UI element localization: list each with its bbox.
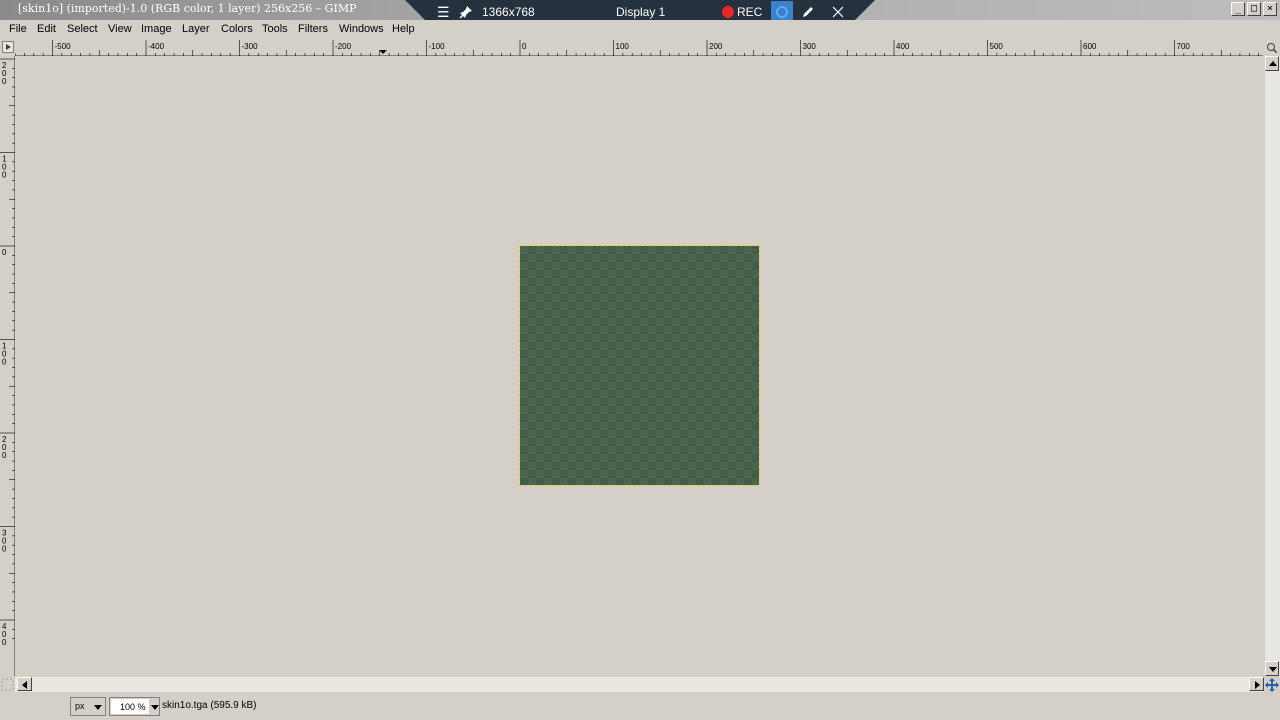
vertical-ruler-ticks: 2001000100200300400 [0, 58, 15, 647]
unit-select[interactable]: px [70, 697, 106, 716]
horizontal-ruler[interactable]: -500 -400 -300 -200 -100 0 100 200 300 400 500 600 7… [14, 40, 1263, 56]
ruler-pointer-marker [379, 50, 387, 54]
minimize-button[interactable]: _ [1231, 2, 1245, 16]
image-canvas[interactable] [15, 56, 1264, 676]
menu-layer[interactable]: Layer [182, 23, 210, 35]
menu-view[interactable]: View [108, 23, 132, 35]
quick-mask-toggle-icon[interactable] [1, 678, 14, 691]
image-layer[interactable] [519, 245, 760, 486]
scroll-up-button[interactable] [1265, 56, 1279, 71]
navigate-icon[interactable] [1264, 677, 1280, 693]
menu-colors[interactable]: Colors [221, 23, 253, 35]
ruler-label-digit: 0 [2, 545, 7, 554]
ruler-label: -400 [148, 42, 165, 51]
menu-edit[interactable]: Edit [37, 23, 56, 35]
unit-value: px [75, 701, 85, 711]
menu-tools[interactable]: Tools [262, 23, 288, 35]
ruler-label: 100 [616, 42, 630, 51]
status-message: skin1o.tga (595.9 kB) [162, 700, 257, 711]
ruler-label: 700 [1177, 42, 1191, 51]
image-menu-button[interactable] [2, 41, 14, 53]
menu-bar: File Edit Select View Image Layer Colors… [0, 20, 1280, 39]
zoom-input[interactable] [111, 699, 149, 714]
menu-help[interactable]: Help [392, 23, 415, 35]
horizontal-scrollbar[interactable] [15, 677, 1264, 692]
menu-windows[interactable]: Windows [339, 23, 384, 35]
ruler-label: -300 [242, 42, 259, 51]
ruler-label: -100 [429, 42, 446, 51]
zoom-on-resize-icon[interactable] [1264, 40, 1280, 56]
ruler-label-digit: 0 [2, 451, 7, 460]
record-icon[interactable] [722, 6, 734, 18]
window-title: [skin1o] (imported)-1.0 (RGB color, 1 la… [18, 2, 357, 15]
ruler-label-digit: 0 [2, 248, 7, 257]
zoom-combo[interactable] [109, 697, 160, 716]
maximize-button[interactable]: □ [1247, 2, 1261, 16]
close-icon[interactable] [832, 6, 844, 18]
vertical-ruler[interactable]: 2001000100200300400 [0, 56, 15, 676]
ruler-label: 400 [896, 42, 910, 51]
close-window-button[interactable]: × [1263, 2, 1277, 16]
ruler-label: 500 [990, 42, 1004, 51]
scroll-right-button[interactable] [1249, 677, 1264, 691]
ruler-label-digit: 0 [2, 77, 7, 86]
menu-image[interactable]: Image [141, 23, 172, 35]
chevron-down-icon [94, 705, 102, 710]
menu-filters[interactable]: Filters [298, 23, 328, 35]
gimp-window: [skin1o] (imported)-1.0 (RGB color, 1 la… [0, 0, 1280, 720]
status-bar: px skin1o.tga (595.9 kB) [0, 693, 1280, 720]
horizontal-ruler-ticks: -500 -400 -300 -200 -100 0 100 200 300 400 500 600 7… [14, 40, 1259, 56]
ruler-label-digit: 0 [2, 638, 7, 647]
menu-file[interactable]: File [9, 23, 27, 35]
ruler-label: 600 [1083, 42, 1097, 51]
scroll-down-button[interactable] [1265, 661, 1279, 676]
chevron-down-icon[interactable] [151, 705, 159, 710]
ruler-label: 300 [803, 42, 817, 51]
scroll-left-button[interactable] [17, 677, 32, 691]
ruler-label: 200 [709, 42, 723, 51]
menu-select[interactable]: Select [67, 23, 98, 35]
ruler-label: 0 [522, 42, 527, 51]
ruler-label: -500 [55, 42, 72, 51]
pencil-icon[interactable] [801, 5, 815, 19]
ruler-label: -200 [335, 42, 352, 51]
ruler-label-digit: 0 [2, 358, 7, 367]
vertical-scrollbar[interactable] [1265, 56, 1280, 676]
pin-icon[interactable] [459, 5, 473, 19]
ruler-label-digit: 0 [2, 171, 7, 180]
